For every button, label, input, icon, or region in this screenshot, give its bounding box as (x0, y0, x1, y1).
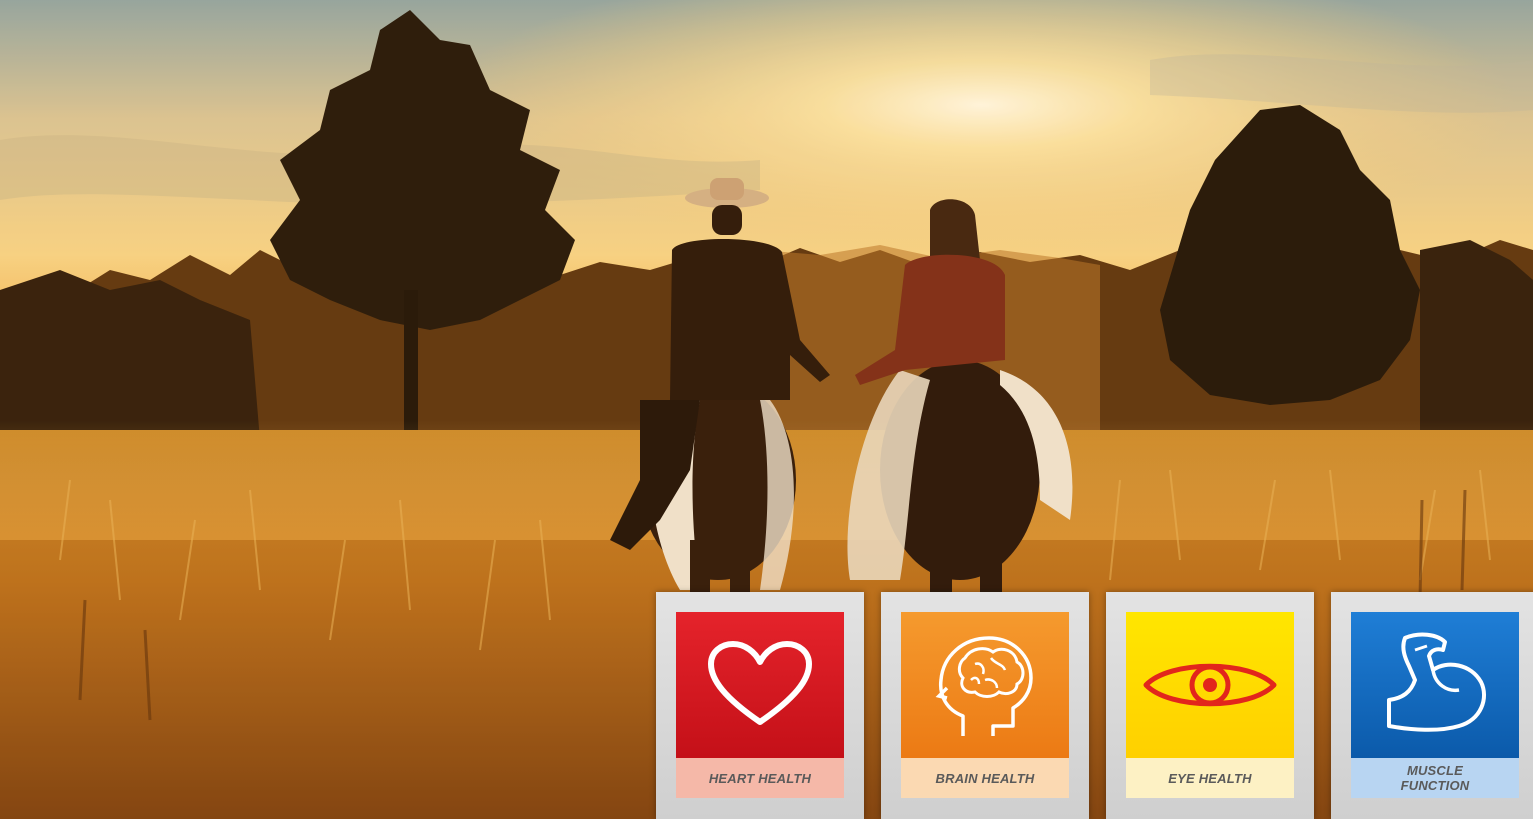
brain-health-icon-box (901, 612, 1069, 758)
muscle-function-tile[interactable]: MUSCLE FUNCTION (1331, 592, 1533, 819)
brain-health-tile[interactable]: BRAIN HEALTH (881, 592, 1089, 819)
heart-health-icon-box (676, 612, 844, 758)
muscle-function-icon-box (1351, 612, 1519, 758)
flexed-arm-icon (1387, 632, 1486, 732)
heart-health-label: HEART HEALTH (708, 770, 812, 786)
eye-health-icon-box (1126, 612, 1294, 758)
muscle-function-label-box: MUSCLE FUNCTION (1351, 758, 1519, 798)
brain-health-label: BRAIN HEALTH (935, 770, 1035, 786)
heart-icon (708, 641, 812, 725)
brain-icon (935, 636, 1033, 736)
heart-health-label-box: HEART HEALTH (676, 758, 844, 798)
eye-health-label: EYE HEALTH (1168, 770, 1252, 786)
brain-health-label-box: BRAIN HEALTH (901, 758, 1069, 798)
muscle-function-label: MUSCLE FUNCTION (1401, 763, 1470, 793)
eye-health-tile[interactable]: EYE HEALTH (1106, 592, 1314, 819)
eye-health-label-box: EYE HEALTH (1126, 758, 1294, 798)
eye-icon (1143, 663, 1277, 707)
muscle-function-label-line1: MUSCLE (1406, 763, 1464, 778)
heart-health-tile[interactable]: HEART HEALTH (656, 592, 864, 819)
muscle-function-label-line2: FUNCTION (1400, 778, 1470, 793)
